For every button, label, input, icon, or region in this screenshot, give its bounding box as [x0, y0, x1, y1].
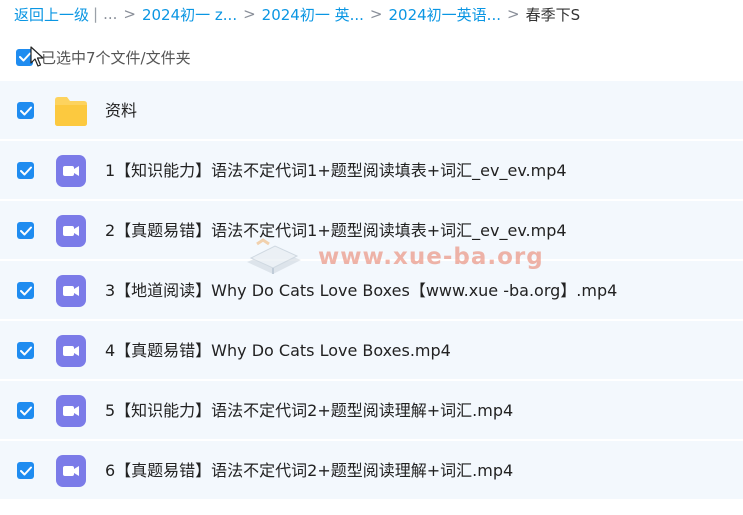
check-icon	[18, 52, 31, 62]
list-item[interactable]: 5【知识能力】语法不定代词2+题型阅读理解+词汇.mp4	[0, 381, 743, 441]
check-icon	[19, 166, 32, 175]
breadcrumb-current: 春季下S	[525, 5, 581, 24]
file-name[interactable]: 1【知识能力】语法不定代词1+题型阅读填表+词汇_ev_ev.mp4	[105, 141, 567, 201]
list-item[interactable]: 3【地道阅读】Why Do Cats Love Boxes【www.xue -b…	[0, 261, 743, 321]
row-checkbox[interactable]	[17, 342, 34, 359]
video-file-icon	[56, 275, 86, 307]
file-name[interactable]: 2【真题易错】语法不定代词1+题型阅读填表+词汇_ev_ev.mp4	[105, 201, 567, 261]
list-item[interactable]: 资料	[0, 81, 743, 141]
list-item[interactable]: 6【真题易错】语法不定代词2+题型阅读理解+词汇.mp4	[0, 441, 743, 501]
breadcrumb-ellipsis[interactable]: ...	[103, 5, 117, 23]
breadcrumb-divider: |	[93, 5, 99, 23]
breadcrumb-separator: >	[243, 5, 256, 23]
breadcrumb: 返回上一级 | ... > 2024初一 z... > 2024初一 英... …	[14, 0, 580, 28]
file-name[interactable]: 6【真题易错】语法不定代词2+题型阅读理解+词汇.mp4	[105, 441, 513, 501]
breadcrumb-separator: >	[369, 5, 383, 23]
row-checkbox[interactable]	[17, 222, 34, 239]
file-name[interactable]: 资料	[105, 81, 137, 141]
video-file-icon	[56, 155, 86, 187]
selection-summary: 已选中7个文件/文件夹	[41, 48, 191, 67]
mouse-cursor-icon	[30, 46, 44, 67]
video-file-icon	[56, 215, 86, 247]
check-icon	[19, 106, 32, 115]
row-checkbox[interactable]	[17, 102, 34, 119]
video-file-icon	[56, 335, 86, 367]
file-list: 资料 1【知识能力】语法不定代词1+题型阅读填表+词汇_ev_ev.mp4 2【…	[0, 81, 743, 501]
check-icon	[19, 466, 32, 475]
file-name[interactable]: 4【真题易错】Why Do Cats Love Boxes.mp4	[105, 321, 451, 381]
check-icon	[19, 346, 32, 355]
breadcrumb-crumb-1[interactable]: 2024初一 z...	[142, 4, 237, 25]
breadcrumb-crumb-2[interactable]: 2024初一 英...	[262, 4, 364, 25]
video-file-icon	[56, 395, 86, 427]
breadcrumb-crumb-3[interactable]: 2024初一英语...	[389, 4, 501, 25]
check-icon	[19, 406, 32, 415]
file-name[interactable]: 3【地道阅读】Why Do Cats Love Boxes【www.xue -b…	[105, 261, 617, 321]
video-file-icon	[56, 455, 86, 487]
check-icon	[19, 226, 32, 235]
list-item[interactable]: 4【真题易错】Why Do Cats Love Boxes.mp4	[0, 321, 743, 381]
breadcrumb-separator: >	[123, 5, 136, 23]
row-checkbox[interactable]	[17, 162, 34, 179]
list-item[interactable]: 1【知识能力】语法不定代词1+题型阅读填表+词汇_ev_ev.mp4	[0, 141, 743, 201]
folder-icon	[55, 97, 87, 126]
check-icon	[19, 286, 32, 295]
breadcrumb-separator: >	[506, 5, 520, 23]
row-checkbox[interactable]	[17, 462, 34, 479]
file-name[interactable]: 5【知识能力】语法不定代词2+题型阅读理解+词汇.mp4	[105, 381, 513, 441]
file-browser: 返回上一级 | ... > 2024初一 z... > 2024初一 英... …	[0, 0, 743, 515]
row-checkbox[interactable]	[17, 282, 34, 299]
list-item[interactable]: 2【真题易错】语法不定代词1+题型阅读填表+词汇_ev_ev.mp4	[0, 201, 743, 261]
row-checkbox[interactable]	[17, 402, 34, 419]
back-link[interactable]: 返回上一级	[14, 4, 89, 25]
